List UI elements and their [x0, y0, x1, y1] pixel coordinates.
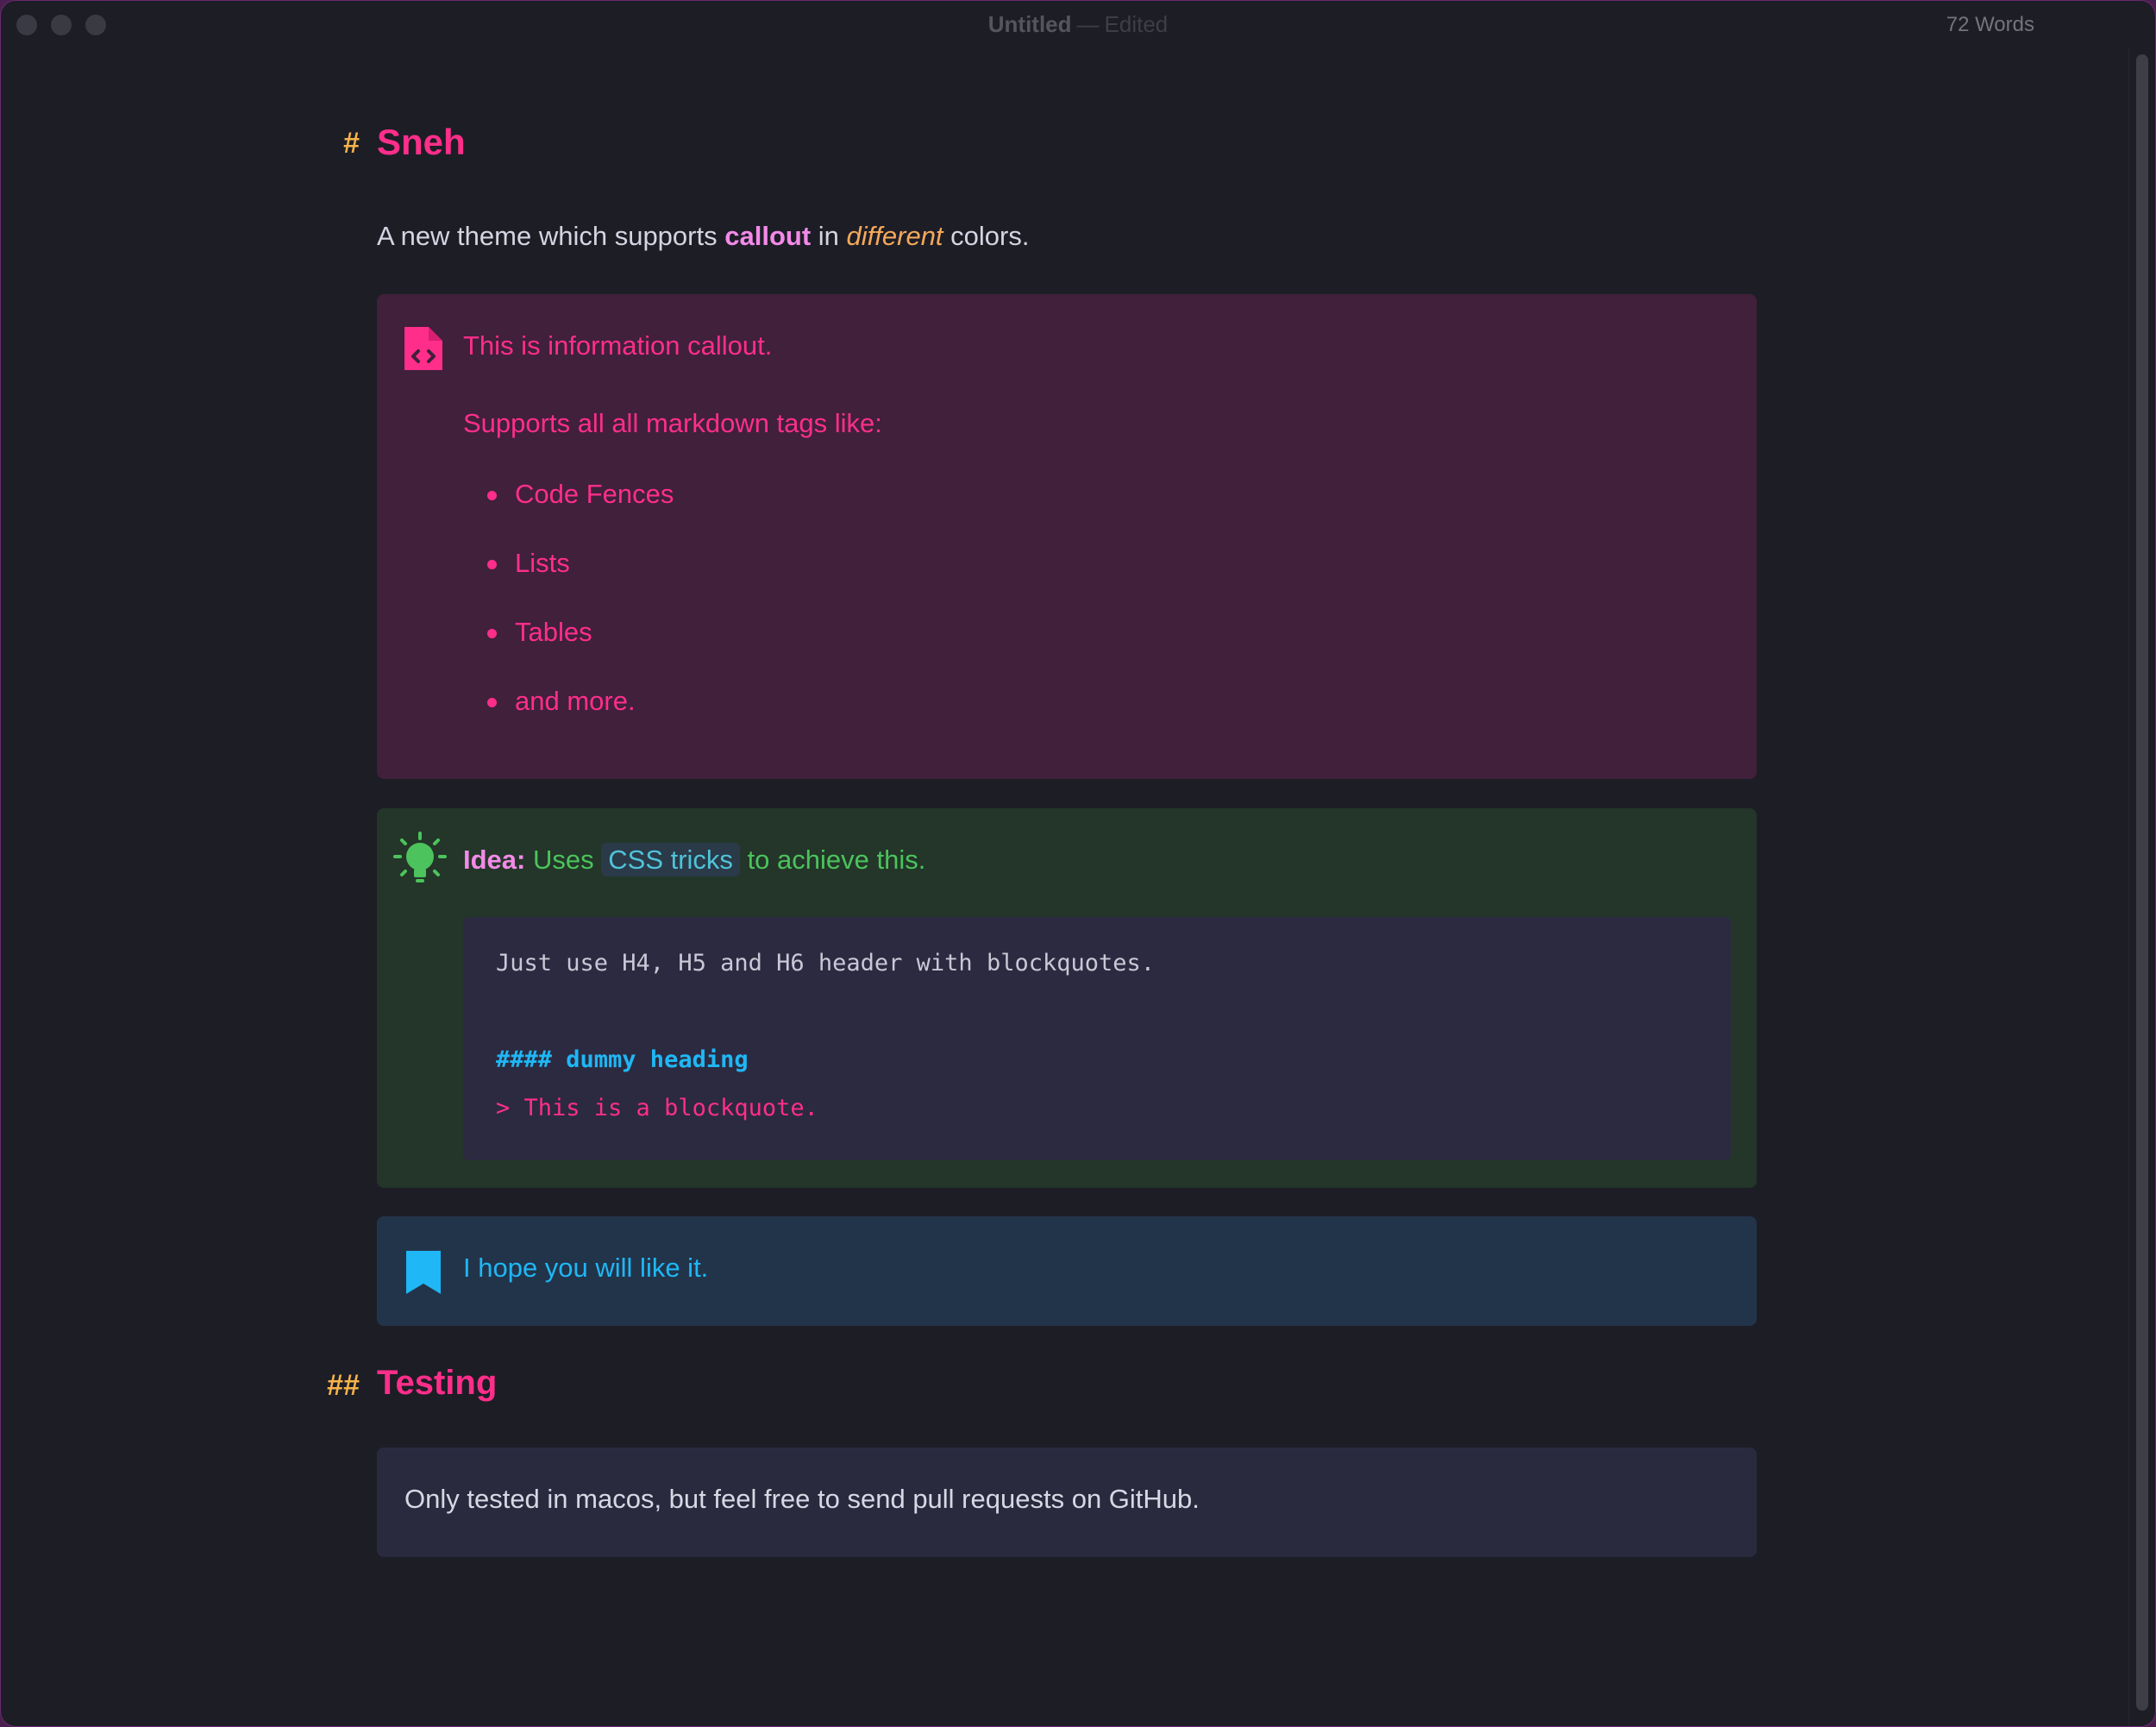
code-fence[interactable]: Just use H4, H5 and H6 header with block…: [463, 917, 1731, 1160]
inline-code: CSS tricks: [601, 843, 740, 876]
blockquote-text: Only tested in macos, but feel free to s…: [404, 1484, 1200, 1514]
edited-status: Edited: [1104, 11, 1169, 37]
code-line: Just use H4, H5 and H6 header with block…: [496, 950, 1156, 977]
scrollbar-thumb[interactable]: [2136, 54, 2148, 1711]
idea-callout[interactable]: Idea: Uses CSS tricks to achieve this. J…: [377, 808, 1757, 1188]
list-item: Code Fences: [463, 467, 674, 536]
list-item: Lists: [463, 536, 674, 605]
blockquote[interactable]: Only tested in macos, but feel free to s…: [377, 1448, 1757, 1557]
bullet-icon: [487, 698, 497, 707]
file-code-icon: [404, 327, 442, 370]
callout-title: This is information callout.: [463, 330, 773, 361]
italic-text: different: [846, 221, 943, 251]
editor-window: Untitled — Edited 72 Words # Sneh A new th…: [0, 0, 2156, 1727]
intro-text: colors.: [950, 221, 1030, 251]
callout-text: Supports all all markdown tags like:: [463, 408, 882, 438]
list-item-text: Tables: [515, 617, 592, 647]
idea-text-part: to achieve this.: [747, 845, 926, 875]
bookmark-icon: [406, 1251, 441, 1294]
list-item-text: and more.: [515, 686, 636, 716]
list-item: and more.: [463, 674, 674, 743]
list-item-text: Lists: [515, 548, 570, 578]
heading-marker: ##: [327, 1369, 360, 1402]
bullet-icon: [487, 629, 497, 638]
heading-marker: #: [343, 127, 360, 160]
heading-1[interactable]: # Sneh: [343, 122, 466, 163]
idea-label: Idea:: [463, 845, 526, 875]
list-item-text: Code Fences: [515, 479, 674, 509]
info-callout[interactable]: This is information callout. Supports al…: [377, 294, 1757, 779]
note-callout[interactable]: I hope you will like it.: [377, 1216, 1757, 1326]
title-bar: Untitled — Edited 72 Words: [1, 1, 2155, 49]
word-count[interactable]: 72 Words: [1946, 13, 2034, 37]
bullet-icon: [487, 560, 497, 569]
idea-text-part: Uses: [532, 845, 594, 875]
bold-text: callout: [724, 221, 812, 251]
lightbulb-icon: [393, 832, 447, 882]
window-title: Untitled — Edited: [1, 11, 2155, 38]
bullet-icon: [487, 491, 497, 500]
document-name[interactable]: Untitled: [988, 11, 1072, 37]
code-line: > This is a blockquote.: [496, 1095, 818, 1121]
bullet-list: Code Fences Lists Tables and more.: [463, 467, 674, 743]
code-line: #### dummy heading: [496, 1046, 749, 1073]
title-separator: —: [1076, 11, 1100, 37]
idea-text: Idea: Uses CSS tricks to achieve this.: [463, 843, 926, 876]
heading-text: Testing: [377, 1364, 498, 1402]
note-text: I hope you will like it.: [463, 1253, 709, 1283]
intro-text: in: [818, 221, 839, 251]
heading-text: Sneh: [377, 122, 466, 162]
heading-2[interactable]: ## Testing: [327, 1364, 498, 1403]
intro-paragraph[interactable]: A new theme which supports callout in di…: [377, 221, 1029, 252]
intro-text: A new theme which supports: [377, 221, 718, 251]
list-item: Tables: [463, 605, 674, 674]
